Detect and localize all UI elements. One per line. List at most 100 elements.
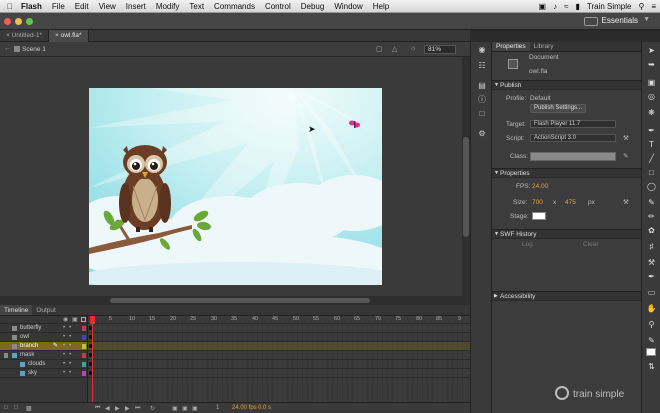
edit-symbols-icon[interactable]: ☼ bbox=[410, 45, 416, 52]
search-icon[interactable]: ⚲ bbox=[638, 2, 644, 11]
layer-color[interactable] bbox=[82, 353, 86, 358]
library-panel-icon[interactable]: ☷ bbox=[477, 62, 487, 70]
tab-output[interactable]: Output bbox=[32, 305, 60, 315]
frame-row[interactable] bbox=[88, 324, 470, 333]
3d-rotation-tool-icon[interactable]: ◎ bbox=[646, 92, 657, 101]
workspace-switcher[interactable]: Essentials bbox=[602, 16, 638, 25]
tab-owl[interactable]: × owl.fla* bbox=[48, 30, 89, 42]
frame-ruler[interactable]: 1 5 10 15 20 25 30 35 40 45 50 55 60 65 … bbox=[88, 316, 470, 324]
horizontal-scrollbar[interactable] bbox=[0, 296, 470, 305]
rectangle-tool-icon[interactable]: □ bbox=[646, 168, 657, 177]
line-tool-icon[interactable]: ╱ bbox=[646, 154, 657, 163]
layer-color[interactable] bbox=[82, 335, 86, 340]
battery-icon[interactable]: ▮ bbox=[575, 2, 579, 11]
publish-section-header[interactable]: ▼ Publish bbox=[492, 80, 641, 90]
menu-window[interactable]: Window bbox=[329, 2, 367, 11]
layer-color[interactable] bbox=[82, 326, 86, 331]
pencil-icon[interactable]: ✎ bbox=[53, 342, 58, 351]
vertical-scrollbar[interactable] bbox=[462, 57, 470, 296]
script-select[interactable]: ActionScript 3.0 bbox=[530, 134, 616, 142]
properties-section-header[interactable]: ▼ Properties bbox=[492, 168, 641, 178]
eye-icon[interactable]: ◉ bbox=[63, 316, 68, 323]
transform-panel-icon[interactable]: □ bbox=[477, 110, 487, 118]
layer-toggles[interactable]: •• bbox=[63, 333, 75, 342]
playhead[interactable] bbox=[92, 316, 93, 402]
layer-toggles[interactable]: •• bbox=[63, 324, 75, 333]
layer-toggles[interactable]: •• bbox=[63, 351, 75, 360]
layer-color[interactable] bbox=[82, 362, 86, 367]
zoom-select[interactable]: 81% bbox=[424, 45, 456, 54]
back-arrow-icon[interactable]: ← bbox=[4, 45, 11, 52]
close-window-button[interactable] bbox=[4, 17, 11, 25]
layer-name[interactable]: sky bbox=[28, 369, 37, 378]
text-tool-icon[interactable]: T bbox=[646, 140, 657, 149]
paint-bucket-tool-icon[interactable]: ⚒ bbox=[646, 258, 657, 267]
layer-name[interactable]: mask bbox=[20, 351, 34, 360]
class-field[interactable] bbox=[530, 152, 616, 161]
stage-color-swatch[interactable] bbox=[532, 212, 546, 220]
frame-row[interactable] bbox=[88, 360, 470, 369]
layer-toggles[interactable]: •• bbox=[63, 369, 75, 378]
brush-tool-icon[interactable]: ✏ bbox=[646, 212, 657, 221]
swf-history-section-header[interactable]: ▼ SWF History bbox=[492, 229, 641, 239]
stroke-color-icon[interactable]: ✎ bbox=[646, 336, 657, 345]
subselection-tool-icon[interactable]: ➥ bbox=[646, 60, 657, 69]
layer-name[interactable]: branch bbox=[20, 342, 38, 351]
layer-row[interactable]: sky •• bbox=[0, 369, 87, 378]
menu-insert[interactable]: Insert bbox=[121, 2, 151, 11]
volume-icon[interactable]: ♪ bbox=[553, 2, 557, 11]
layer-name[interactable]: clouds bbox=[28, 360, 45, 369]
play-icon[interactable]: ▶ bbox=[115, 405, 120, 412]
width-value[interactable]: 700 bbox=[532, 199, 543, 206]
layer-toggles[interactable]: •• bbox=[63, 342, 75, 351]
menu-control[interactable]: Control bbox=[260, 2, 296, 11]
publish-settings-button[interactable]: Publish Settings... bbox=[530, 104, 587, 113]
menu-edit[interactable]: Edit bbox=[70, 2, 94, 11]
layer-color[interactable] bbox=[82, 371, 86, 376]
pen-tool-icon[interactable]: ✒ bbox=[646, 126, 657, 135]
frame-row[interactable] bbox=[88, 351, 470, 360]
menu-view[interactable]: View bbox=[94, 2, 121, 11]
tab-library[interactable]: Library bbox=[530, 42, 558, 51]
center-stage-icon[interactable]: ▢ bbox=[376, 45, 383, 53]
layer-row[interactable]: owl •• bbox=[0, 333, 87, 342]
components-panel-icon[interactable]: ⚙ bbox=[477, 130, 487, 138]
wrench-icon[interactable]: ⚒ bbox=[623, 198, 629, 206]
properties-panel-icon[interactable]: ◉ bbox=[477, 46, 487, 54]
edit-multiple-icon[interactable]: ▣ bbox=[192, 405, 198, 412]
step-forward-icon[interactable]: ▶ bbox=[125, 405, 130, 412]
layer-color[interactable] bbox=[82, 344, 86, 349]
zoom-tool-icon[interactable]: ⚲ bbox=[646, 320, 657, 329]
layer-toggles[interactable]: •• bbox=[63, 360, 75, 369]
fps-value[interactable]: 24.00 bbox=[532, 183, 548, 190]
frame-row[interactable] bbox=[88, 369, 470, 378]
layer-row[interactable]: butterfly •• bbox=[0, 324, 87, 333]
eyedropper-tool-icon[interactable]: ✒ bbox=[646, 272, 657, 281]
apple-icon[interactable]:  bbox=[4, 2, 16, 11]
minimize-window-button[interactable] bbox=[15, 17, 22, 25]
scroll-thumb[interactable] bbox=[110, 298, 370, 303]
hand-tool-icon[interactable]: ✋ bbox=[646, 304, 657, 313]
tab-properties[interactable]: Properties bbox=[492, 42, 530, 51]
deco-tool-icon[interactable]: ✿ bbox=[646, 226, 657, 235]
menu-text[interactable]: Text bbox=[184, 2, 209, 11]
align-panel-icon[interactable]: ▤ bbox=[477, 82, 487, 90]
edit-class-icon[interactable]: ✎ bbox=[623, 152, 628, 160]
step-back-icon[interactable]: ◀ bbox=[105, 405, 110, 412]
pencil-tool-icon[interactable]: ✎ bbox=[646, 198, 657, 207]
onion-skin-icon[interactable]: ▣ bbox=[172, 405, 178, 412]
onion-outline-icon[interactable]: ▣ bbox=[182, 405, 188, 412]
menu-app-name[interactable]: Flash bbox=[16, 2, 47, 11]
stage-canvas[interactable] bbox=[89, 88, 382, 285]
last-frame-icon[interactable]: ⏭ bbox=[135, 405, 140, 412]
frame-grid[interactable]: 1 5 10 15 20 25 30 35 40 45 50 55 60 65 … bbox=[88, 316, 470, 402]
menu-debug[interactable]: Debug bbox=[296, 2, 330, 11]
menu-commands[interactable]: Commands bbox=[209, 2, 260, 11]
display-icon[interactable]: ▣ bbox=[539, 2, 547, 11]
new-folder-icon[interactable]: □ bbox=[14, 405, 18, 411]
frame-row[interactable] bbox=[88, 342, 470, 351]
train-simple-label[interactable]: Train Simple bbox=[587, 2, 632, 11]
new-layer-icon[interactable]: □ bbox=[4, 405, 8, 411]
edit-scene-icon[interactable]: △ bbox=[392, 45, 397, 53]
layer-name[interactable]: owl bbox=[20, 333, 29, 342]
